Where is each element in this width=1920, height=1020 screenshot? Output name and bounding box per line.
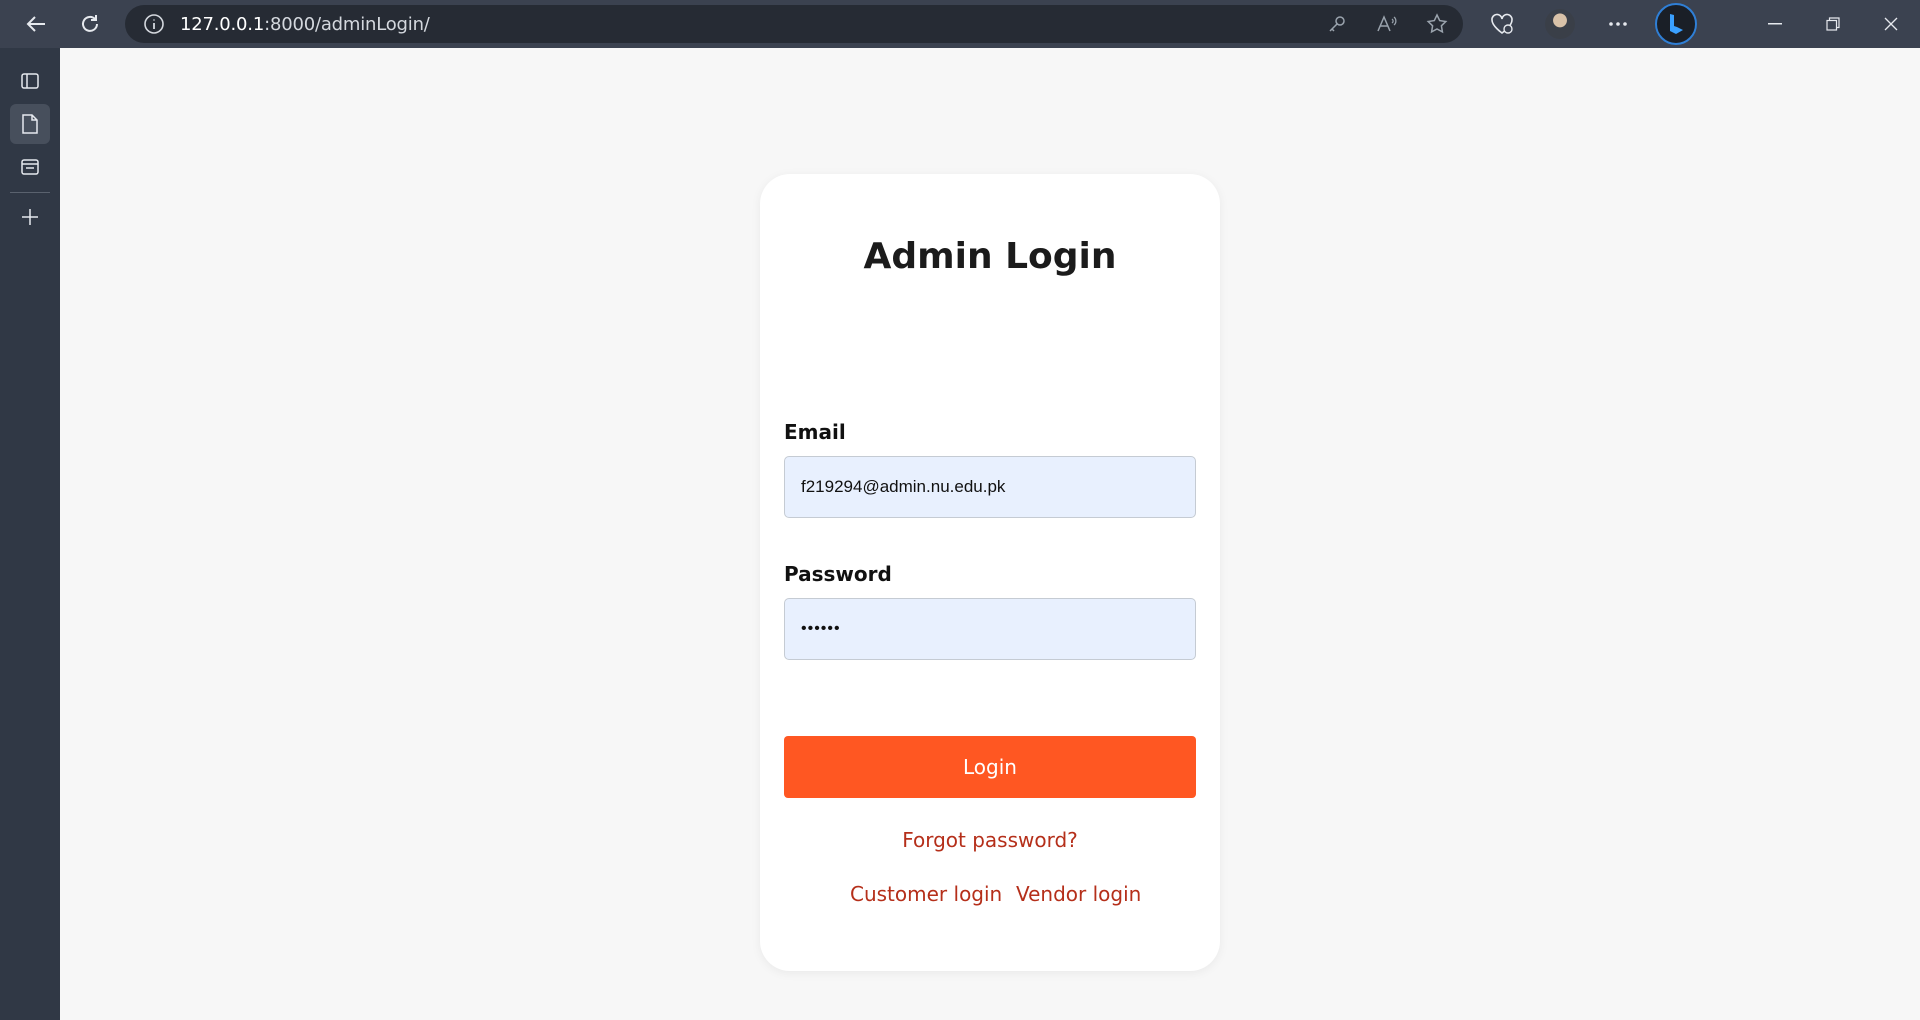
plus-icon xyxy=(22,209,38,225)
back-button[interactable] xyxy=(14,2,58,46)
reload-button[interactable] xyxy=(68,2,112,46)
more-menu-icon[interactable] xyxy=(1596,0,1640,48)
browser-toolbar: 127.0.0.1:8000/adminLogin/ xyxy=(0,0,1920,48)
tab-actions-button[interactable] xyxy=(10,61,50,101)
arrow-left-icon xyxy=(26,16,45,32)
minimize-button[interactable] xyxy=(1746,0,1804,48)
key-icon[interactable] xyxy=(1325,12,1349,36)
profile-avatar[interactable] xyxy=(1538,0,1582,48)
email-field[interactable] xyxy=(784,456,1196,518)
info-icon[interactable] xyxy=(143,13,165,35)
copilot-button[interactable] xyxy=(1654,0,1698,48)
password-field[interactable] xyxy=(784,598,1196,660)
url-text[interactable]: 127.0.0.1:8000/adminLogin/ xyxy=(180,14,430,35)
tab-actions-icon xyxy=(21,73,39,89)
browser-essentials-icon[interactable] xyxy=(1480,0,1524,48)
login-card: Admin Login Email Password Login Forgot … xyxy=(760,174,1220,971)
close-button[interactable] xyxy=(1862,0,1920,48)
password-label: Password xyxy=(784,562,892,586)
refresh-icon xyxy=(82,15,98,32)
address-bar[interactable]: 127.0.0.1:8000/adminLogin/ xyxy=(125,5,1463,43)
login-button[interactable]: Login xyxy=(784,736,1196,798)
customer-login-link[interactable]: Customer login xyxy=(850,882,1002,906)
page-title: Admin Login xyxy=(863,236,1117,277)
favorite-star-icon[interactable] xyxy=(1425,12,1449,36)
vendor-login-link[interactable]: Vendor login xyxy=(1016,882,1141,906)
tab-second[interactable] xyxy=(10,147,50,187)
bing-icon xyxy=(1655,3,1697,45)
window-icon xyxy=(21,159,39,175)
restore-button[interactable] xyxy=(1804,0,1862,48)
email-label: Email xyxy=(784,420,846,444)
tab-admin-login[interactable] xyxy=(10,104,50,144)
new-tab-button[interactable] xyxy=(10,197,50,237)
url-host: 127.0.0.1 xyxy=(180,13,265,35)
avatar xyxy=(1545,9,1575,39)
vertical-tabs-sidebar xyxy=(0,48,60,1020)
close-icon xyxy=(1884,17,1898,31)
read-aloud-icon[interactable] xyxy=(1375,12,1399,36)
sidebar-divider xyxy=(10,192,50,193)
minimize-icon xyxy=(1768,23,1782,25)
page-icon xyxy=(22,114,38,134)
forgot-password-link[interactable]: Forgot password? xyxy=(760,828,1220,852)
url-path: :8000/adminLogin/ xyxy=(264,13,430,35)
restore-icon xyxy=(1826,17,1840,31)
